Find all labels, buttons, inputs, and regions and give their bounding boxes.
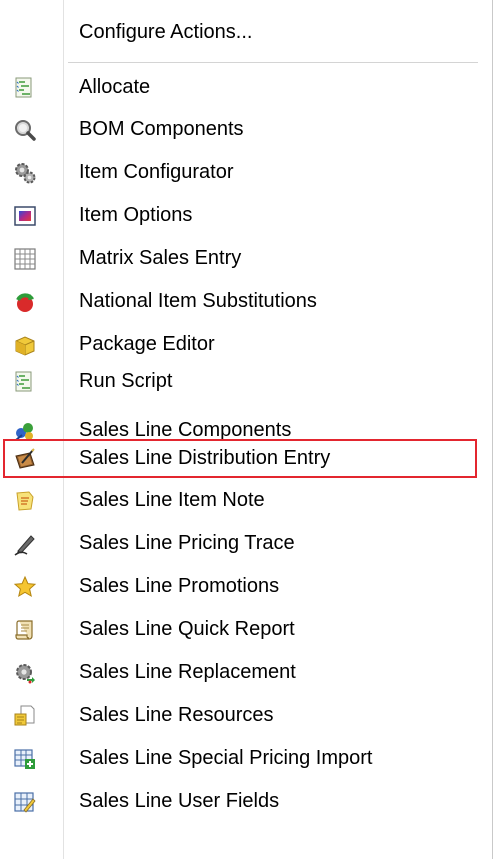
menu-item-sales-line-pricing-trace[interactable]: Sales Line Pricing Trace [0, 525, 480, 563]
star-icon [13, 575, 37, 599]
menu-item-label: Sales Line Special Pricing Import [79, 747, 373, 769]
menu-item-label: Sales Line Promotions [79, 575, 280, 597]
menu-item-label: Sales Line Quick Report [79, 618, 295, 640]
resources-icon [13, 704, 37, 728]
note-icon [13, 489, 37, 513]
menu-item-item-configurator[interactable]: Item Configurator [0, 154, 480, 192]
menu-item-label: Sales Line Item Note [79, 489, 265, 511]
context-menu: Configure Actions... Allocate BOM Compon… [0, 0, 493, 859]
menu-item-allocate[interactable]: Allocate [0, 69, 480, 107]
grid-icon [13, 247, 37, 271]
menu-item-label: Sales Line User Fields [79, 790, 280, 812]
menu-item-label: Configure Actions... [79, 21, 253, 43]
swap-icon [13, 290, 37, 314]
grid-edit-icon [13, 790, 37, 814]
menu-item-label: Matrix Sales Entry [79, 247, 242, 269]
menu-item-sales-line-user-fields[interactable]: Sales Line User Fields [0, 783, 480, 821]
menu-item-label: Item Configurator [79, 161, 234, 183]
menu-item-run-script-row[interactable]: Run Script [0, 350, 480, 392]
menu-item-item-options[interactable]: Item Options [0, 197, 480, 235]
allocate-icon [13, 76, 37, 100]
menu-item-label: Allocate [79, 76, 151, 98]
menu-item-label: National Item Substitutions [79, 290, 317, 312]
menu-item-national-item-substitutions[interactable]: National Item Substitutions [0, 283, 480, 321]
menu-item-matrix-sales-entry[interactable]: Matrix Sales Entry [0, 240, 480, 278]
menu-item-label: Run Script [79, 370, 173, 392]
menu-item-label: BOM Components [79, 118, 244, 140]
highlight-box [3, 439, 477, 478]
menu-item-label: Sales Line Replacement [79, 661, 296, 683]
magnifier-icon [13, 118, 37, 142]
menu-item-label: Sales Line Resources [79, 704, 274, 726]
menu-item-sales-line-quick-report[interactable]: Sales Line Quick Report [0, 611, 480, 649]
menu-item-sales-line-promotions[interactable]: Sales Line Promotions [0, 568, 480, 606]
menu-item-sales-line-special-pricing-import[interactable]: Sales Line Special Pricing Import [0, 740, 480, 778]
menu-item-sales-line-item-note[interactable]: Sales Line Item Note [0, 482, 480, 520]
grid-plus-icon [13, 747, 37, 771]
menu-item-label: Item Options [79, 204, 193, 226]
scroll-icon [13, 618, 37, 642]
options-window-icon [13, 204, 37, 228]
menu-item-bom-components[interactable]: BOM Components [0, 111, 480, 149]
gears-icon [13, 161, 37, 185]
menu-item-label: Sales Line Pricing Trace [79, 532, 295, 554]
menu-item-sales-line-replacement[interactable]: Sales Line Replacement [0, 654, 480, 692]
menu-item-sales-line-resources[interactable]: Sales Line Resources [0, 697, 480, 735]
script-icon [13, 370, 37, 394]
pen-icon [13, 532, 37, 556]
menu-separator [68, 62, 478, 63]
replace-gear-icon [13, 661, 37, 685]
menu-item-configure-actions[interactable]: Configure Actions... [0, 12, 480, 54]
